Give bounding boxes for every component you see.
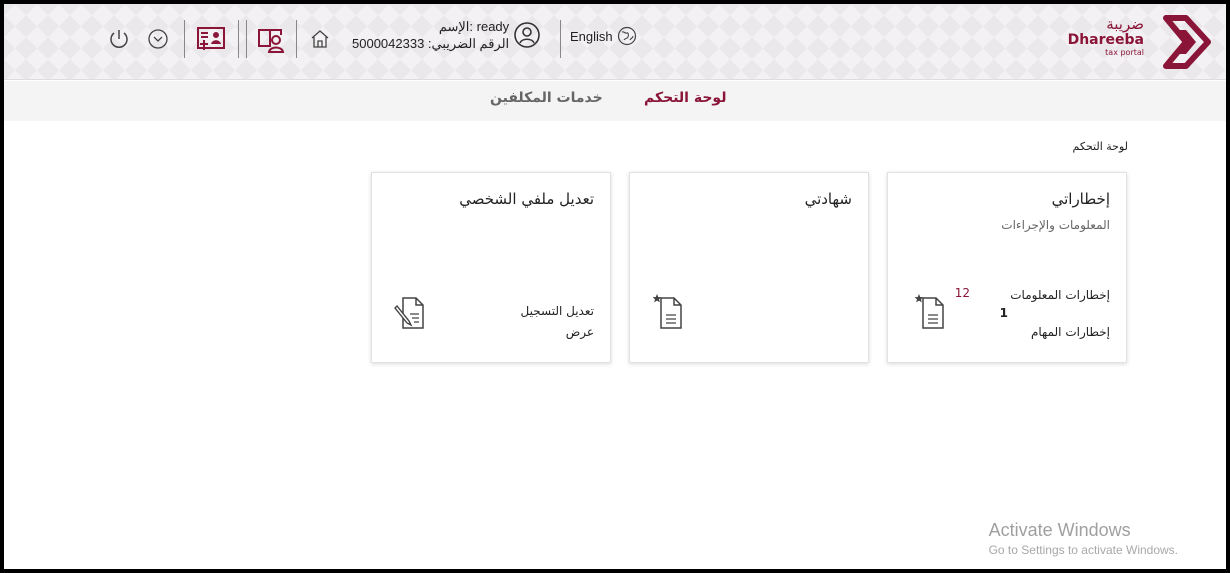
- user-name: الإسم: ready: [438, 19, 510, 34]
- profile-button[interactable]: [256, 24, 286, 54]
- card-title: تعديل ملفي الشخصي: [459, 190, 594, 208]
- edit-registration-link[interactable]: تعديل التسجيل: [521, 304, 594, 318]
- user-text: الإسم: ready الرقم الضريبي: 5000042333: [352, 18, 509, 52]
- home-button[interactable]: [307, 26, 333, 52]
- info-notifications-count: 12: [954, 286, 970, 300]
- browser-viewport: ضريبة Dhareeba tax portal English الإسم:…: [4, 4, 1226, 569]
- nav-dashboard[interactable]: لوحة التحكم: [644, 90, 726, 106]
- site-header: ضريبة Dhareeba tax portal English الإسم:…: [4, 4, 1226, 80]
- notifications-doc-icon: [914, 292, 946, 332]
- user-menu-toggle[interactable]: [147, 28, 169, 50]
- task-notifications-count: 1: [999, 306, 1008, 320]
- watermark-subtitle: Go to Settings to activate Windows.: [988, 543, 1178, 557]
- header-divider: [238, 20, 239, 58]
- breadcrumb: لوحة التحكم: [1072, 140, 1128, 153]
- logo-english: Dhareeba: [1067, 32, 1144, 48]
- card-certificates[interactable]: شهادتي: [629, 172, 869, 363]
- taxpayer-card-button[interactable]: [196, 24, 226, 54]
- watermark-title: Activate Windows: [988, 520, 1131, 540]
- view-link[interactable]: عرض: [566, 325, 594, 339]
- edit-doc-icon: [394, 292, 426, 332]
- certificates-doc-icon: [652, 292, 684, 332]
- header-divider: [246, 20, 247, 58]
- home-icon: [311, 30, 329, 48]
- user-profile-icon: [258, 29, 285, 53]
- main-nav: لوحة التحكم خدمات المكلفين: [4, 81, 1226, 121]
- logo-text: ضريبة Dhareeba tax portal: [1068, 16, 1144, 58]
- info-notifications-link[interactable]: إخطارات المعلومات: [1010, 288, 1110, 302]
- logout-button[interactable]: [107, 27, 131, 51]
- card-title: إخطاراتي: [1051, 190, 1110, 208]
- card-edit-profile[interactable]: تعديل ملفي الشخصي تعديل التسجيل عرض: [371, 172, 611, 363]
- globe-icon: [617, 26, 636, 46]
- language-label[interactable]: English: [570, 29, 613, 44]
- chevron-down-circle-icon: [148, 29, 168, 49]
- dhareeba-logo-icon: [1163, 15, 1211, 69]
- language-switch[interactable]: English: [570, 26, 637, 46]
- power-icon: [110, 30, 128, 48]
- header-divider: [184, 20, 185, 58]
- logo-tagline: tax portal: [1105, 48, 1144, 57]
- card-notifications[interactable]: إخطاراتي المعلومات والإجراءات إخطارات ال…: [887, 172, 1127, 363]
- card-subtitle: المعلومات والإجراءات: [1001, 218, 1110, 232]
- header-divider: [296, 20, 297, 58]
- header-divider: [560, 20, 561, 58]
- card-title: شهادتي: [804, 190, 852, 208]
- nav-taxpayer-services[interactable]: خدمات المكلفين: [490, 90, 603, 106]
- user-info: الإسم: ready الرقم الضريبي: 5000042333: [352, 18, 541, 52]
- logo-arabic: ضريبة: [1106, 15, 1144, 33]
- task-notifications-link[interactable]: إخطارات المهام: [1031, 325, 1110, 339]
- windows-activation-watermark: Activate Windows Go to Settings to activ…: [989, 520, 1178, 557]
- user-circle-icon: [514, 22, 540, 48]
- taxpayer-card-icon: [197, 27, 225, 50]
- tax-number: الرقم الضريبي: 5000042333: [352, 36, 510, 51]
